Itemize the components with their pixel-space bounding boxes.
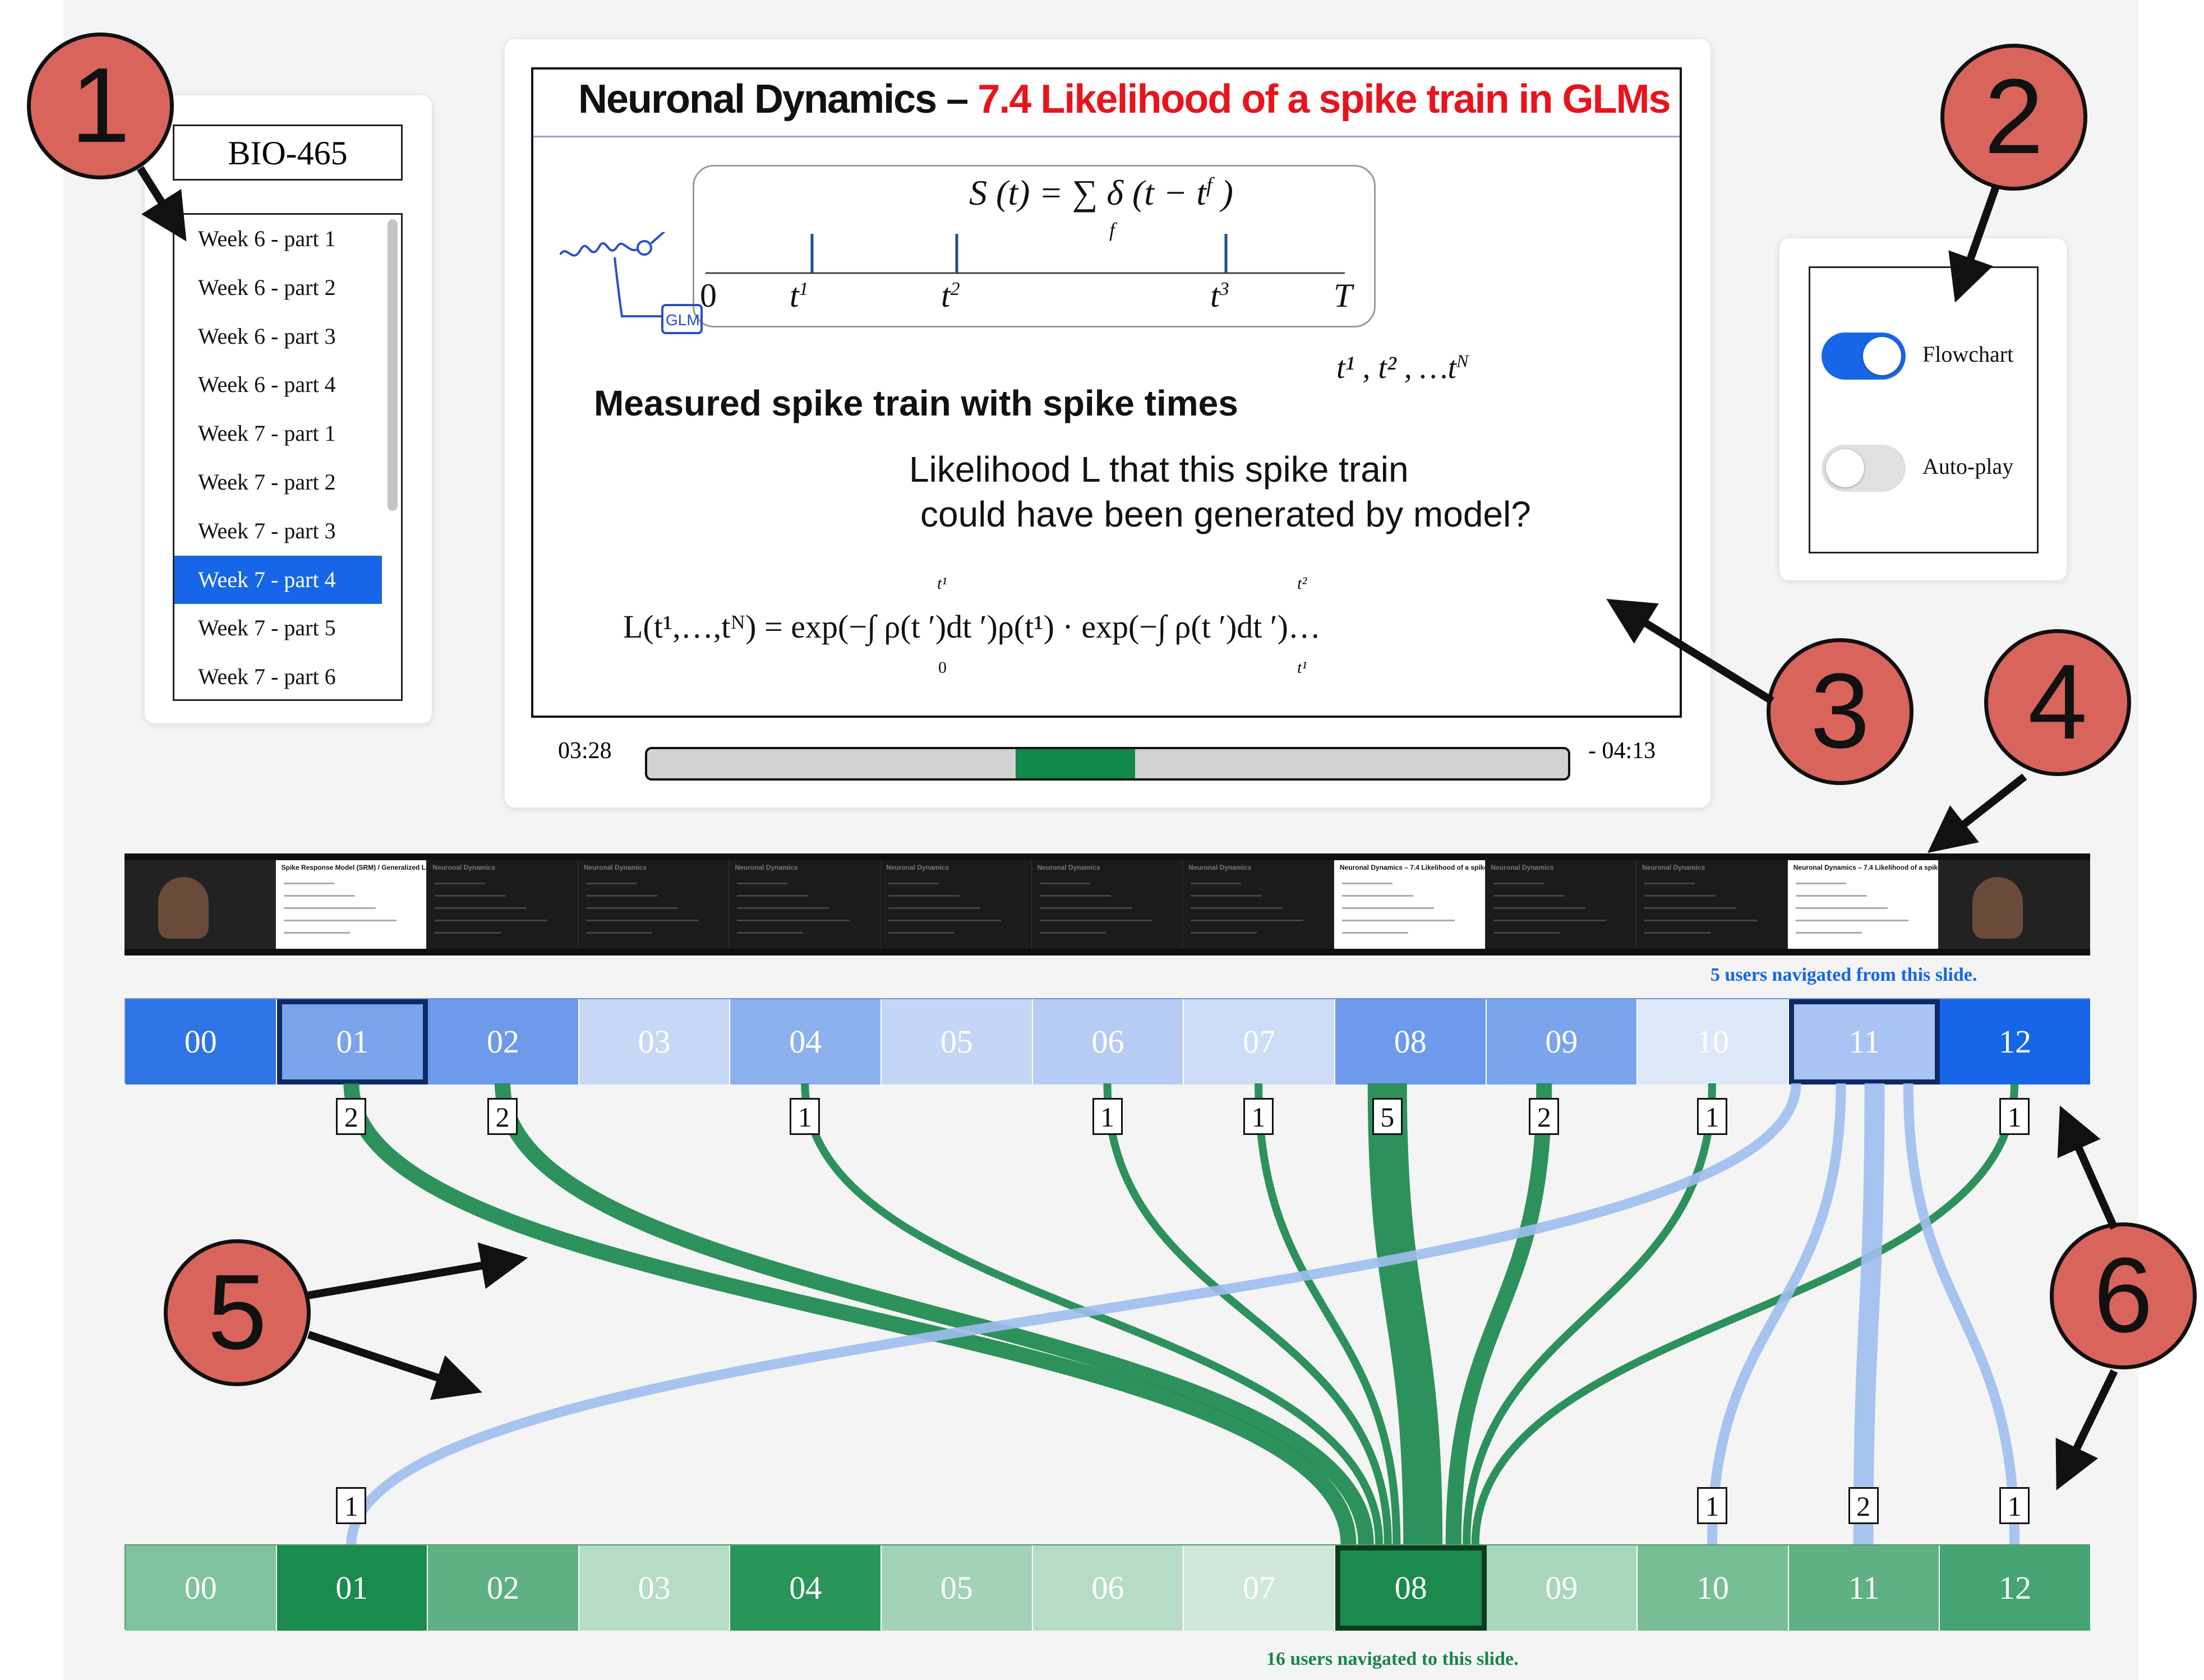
callout-5b-arrow bbox=[307, 1331, 482, 1400]
callout-4-arrow bbox=[1927, 773, 2027, 853]
callout-6a-arrow bbox=[2057, 1105, 2118, 1230]
callout-5a-arrow bbox=[307, 1242, 528, 1299]
callout-2-arrow bbox=[1948, 183, 2000, 303]
callout-3-arrow bbox=[1606, 598, 1774, 704]
callout-1-arrow bbox=[137, 166, 187, 242]
callout-6b-arrow bbox=[2055, 1369, 2118, 1490]
callout-arrows bbox=[137, 166, 2118, 1490]
